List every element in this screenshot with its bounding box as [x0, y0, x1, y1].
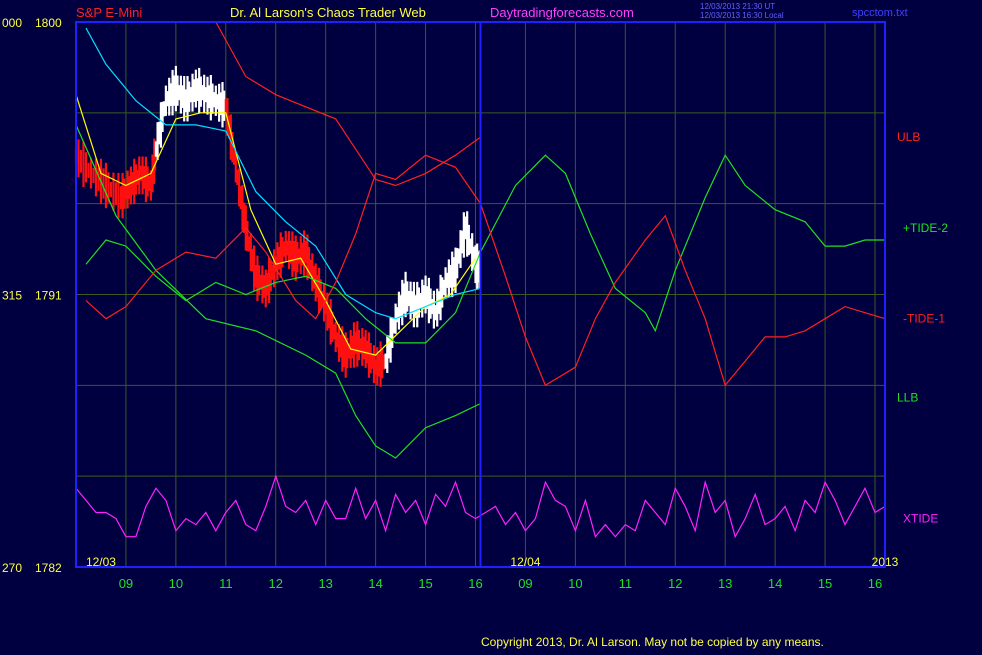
x-tick-label: 10 — [568, 576, 582, 591]
x-tick-label: 10 — [169, 576, 183, 591]
author-title: Dr. Al Larson's Chaos Trader Web — [230, 5, 426, 20]
date-label: 12/04 — [510, 555, 540, 569]
x-tick-label: 16 — [868, 576, 882, 591]
site-link[interactable]: Daytradingforecasts.com — [490, 5, 634, 20]
x-tick-label: 12 — [668, 576, 682, 591]
x-tick-label: 15 — [418, 576, 432, 591]
x-tick-label: 14 — [768, 576, 782, 591]
y-axis-code: 000 — [2, 16, 22, 30]
timestamp-ut: 12/03/2013 21:30 UT — [700, 2, 775, 11]
series-label-xtide: XTIDE — [903, 512, 938, 526]
x-tick-label: 13 — [318, 576, 332, 591]
chaos-trader-chart: 000 1800315 1791270 178209 10 11 12 13 14 15 16 09 1… — [0, 0, 982, 650]
x-tick-label: 14 — [368, 576, 382, 591]
timestamp-local: 12/03/2013 16:30 Local — [700, 11, 784, 20]
x-tick-label: 15 — [818, 576, 832, 591]
series-label-tide2: +TIDE-2 — [903, 221, 948, 235]
y-axis-code: 315 — [2, 289, 22, 303]
x-tick-label: 11 — [219, 576, 233, 591]
date-label: 2013 — [872, 555, 899, 569]
x-tick-label: 16 — [468, 576, 482, 591]
x-tick-label: 09 — [518, 576, 532, 591]
x-tick-label: 12 — [269, 576, 283, 591]
series-label-ulb: ULB — [897, 130, 920, 144]
series-label-llb: LLB — [897, 390, 918, 404]
x-tick-label: 09 — [119, 576, 133, 591]
chart-window: 000 1800 315 1791 270 1782 09 10 11 12 13 14 15 16 09 1… — [0, 0, 982, 650]
y-axis-price: 1782 — [35, 561, 62, 575]
y-axis-price: 1791 — [35, 289, 62, 303]
y-axis-code: 270 — [2, 561, 22, 575]
series-label-tide1: -TIDE-1 — [903, 312, 945, 326]
date-label: 12/03 — [86, 555, 116, 569]
x-tick-label: 13 — [718, 576, 732, 591]
y-axis-price: 1800 — [35, 16, 62, 30]
chart-background — [0, 0, 982, 650]
copyright-notice: Copyright 2013, Dr. Al Larson. May not b… — [481, 635, 824, 649]
data-filename: spcctom.txt — [852, 7, 908, 19]
instrument-title: S&P E-Mini — [76, 5, 142, 20]
x-tick-label: 11 — [619, 576, 633, 591]
